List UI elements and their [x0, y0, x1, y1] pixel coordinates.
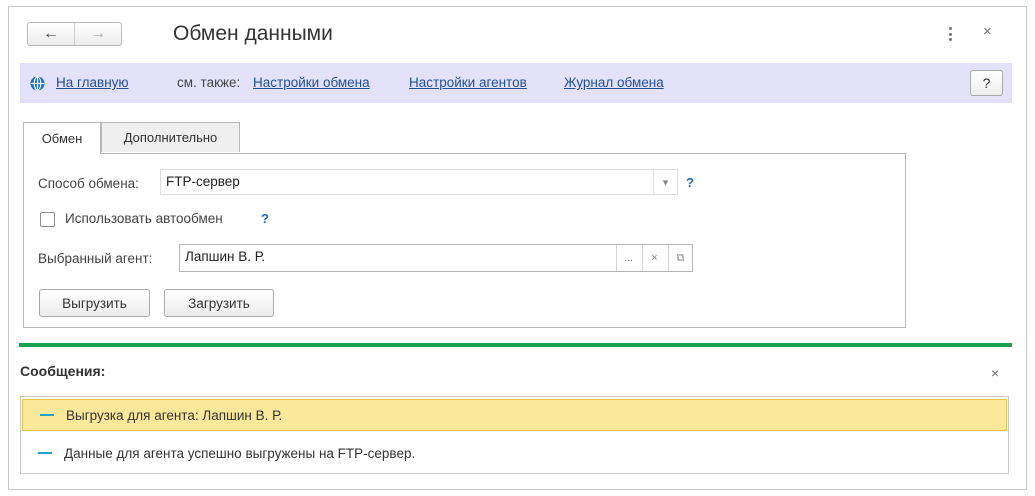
help-button[interactable]: ?: [970, 70, 1003, 96]
open-icon[interactable]: ⧉: [668, 245, 692, 271]
messages-title: Сообщения:: [20, 363, 106, 379]
exchange-method-help-icon[interactable]: ?: [686, 175, 694, 190]
clear-icon[interactable]: ×: [642, 245, 666, 271]
exchange-method-select[interactable]: FTP-сервер ▾: [160, 169, 678, 195]
autoexchange-help-icon[interactable]: ?: [261, 211, 269, 226]
exchange-method-value: FTP-сервер: [166, 174, 240, 189]
page-title: Обмен данными: [173, 22, 333, 45]
messages-list: Выгрузка для агента: Лапшин В. Р. Данные…: [20, 396, 1009, 474]
see-also-label: см. также:: [177, 75, 241, 90]
chevron-down-icon[interactable]: ▾: [653, 170, 677, 194]
home-link[interactable]: На главную: [56, 75, 129, 90]
message-item[interactable]: Выгрузка для агента: Лапшин В. Р.: [22, 399, 1007, 431]
exchange-panel: Способ обмена: FTP-сервер ▾ ? Использова…: [23, 153, 906, 328]
message-text: Выгрузка для агента: Лапшин В. Р.: [66, 407, 283, 423]
navigation-buttons: ← →: [27, 22, 122, 46]
dash-icon: [38, 452, 52, 454]
import-button[interactable]: Загрузить: [164, 289, 274, 317]
message-text: Данные для агента успешно выгружены на F…: [64, 445, 416, 461]
messages-divider: [19, 343, 1012, 347]
exchange-log-link[interactable]: Журнал обмена: [564, 75, 664, 90]
more-menu-icon[interactable]: [945, 25, 955, 43]
data-exchange-window: ← → Обмен данными × На главную см. также…: [8, 6, 1027, 490]
window-close-icon[interactable]: ×: [983, 23, 992, 40]
command-bar: На главную см. также: Настройки обмена Н…: [20, 63, 1012, 103]
ellipsis-icon[interactable]: ...: [616, 245, 640, 271]
messages-close-icon[interactable]: ×: [991, 365, 999, 381]
exchange-method-label: Способ обмена:: [38, 176, 139, 191]
globe-home-icon[interactable]: [30, 76, 45, 91]
agent-settings-link[interactable]: Настройки агентов: [409, 75, 527, 90]
tab-additional[interactable]: Дополнительно: [101, 122, 240, 152]
dash-icon: [40, 414, 54, 416]
agent-field[interactable]: Лапшин В. Р. ... × ⧉: [179, 244, 693, 272]
agent-label: Выбранный агент:: [38, 251, 153, 266]
autoexchange-label: Использовать автообмен: [65, 211, 223, 226]
agent-value: Лапшин В. Р.: [185, 249, 265, 264]
back-arrow-icon[interactable]: ←: [28, 23, 74, 45]
message-item[interactable]: Данные для агента успешно выгружены на F…: [21, 437, 1008, 469]
autoexchange-checkbox[interactable]: [40, 212, 55, 227]
tab-exchange[interactable]: Обмен: [23, 122, 101, 154]
forward-arrow-icon[interactable]: →: [74, 23, 121, 45]
exchange-settings-link[interactable]: Настройки обмена: [253, 75, 370, 90]
export-button[interactable]: Выгрузить: [39, 289, 150, 317]
